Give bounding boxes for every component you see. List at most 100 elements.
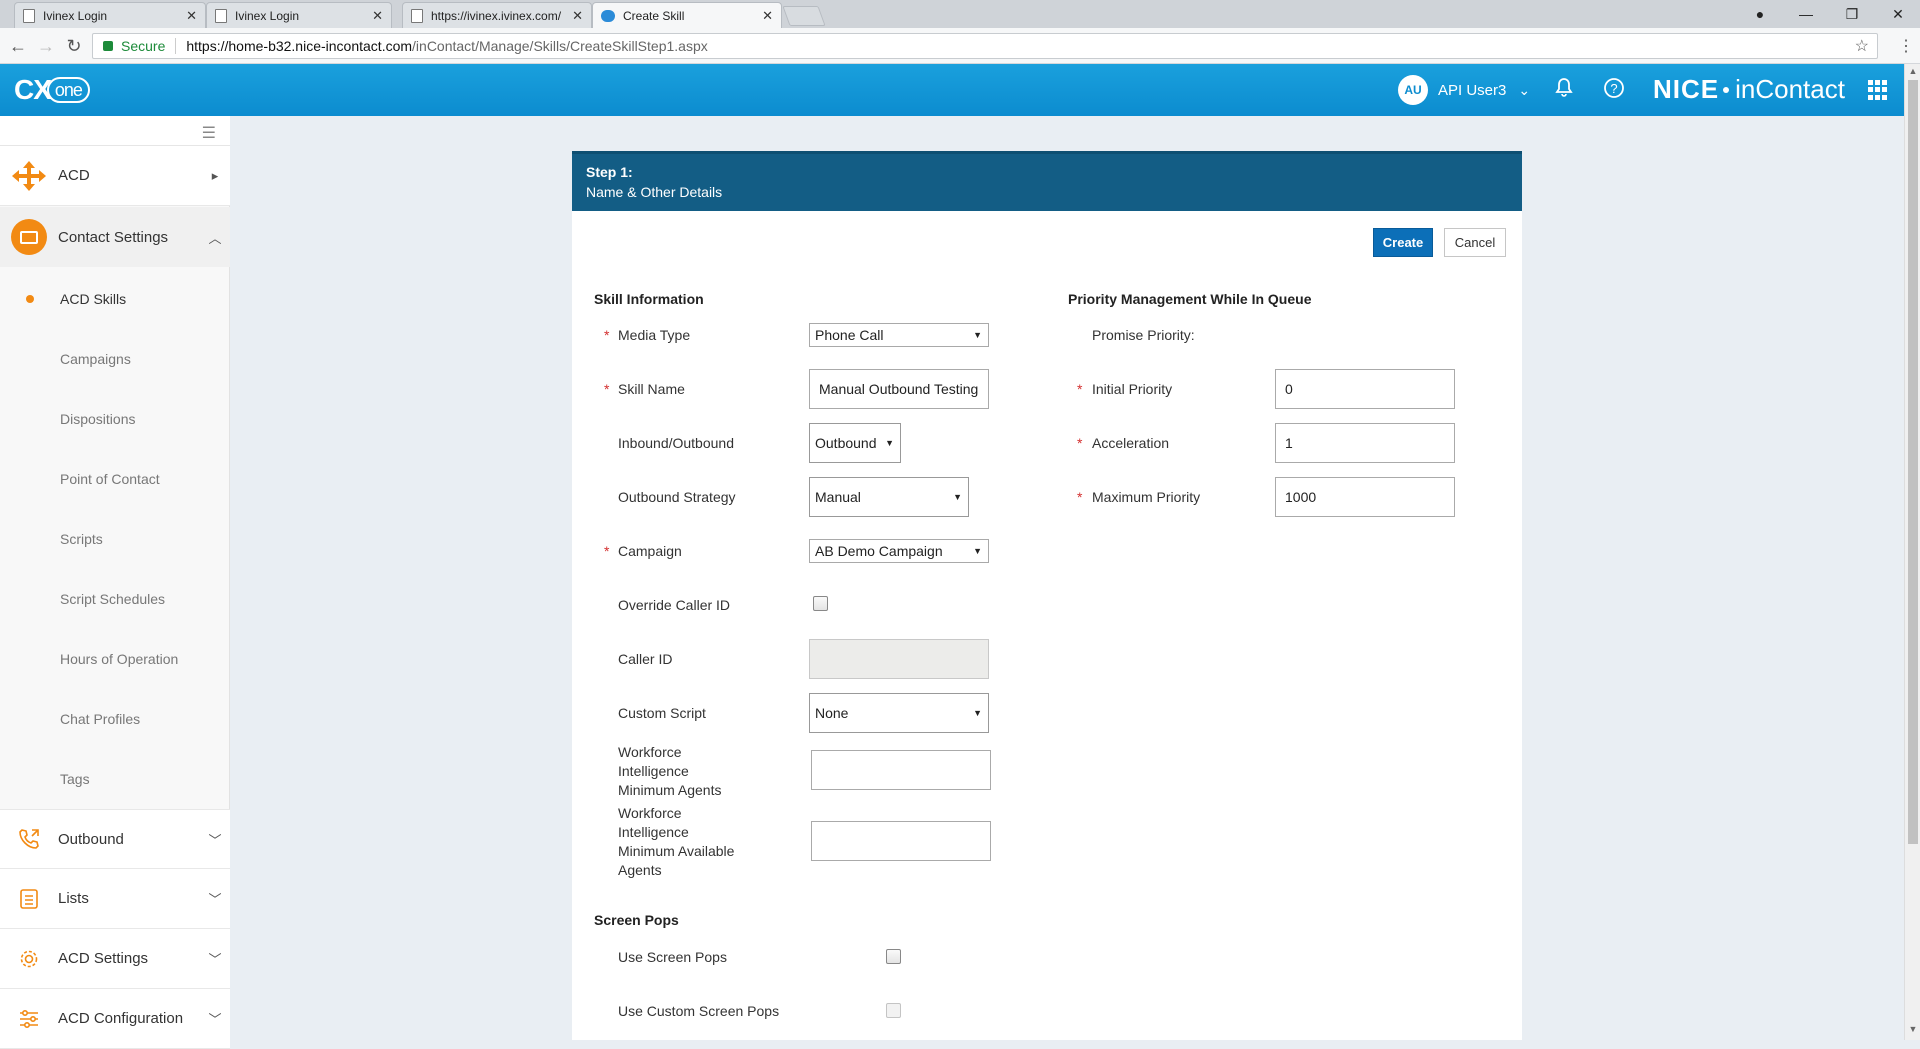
chevron-down-icon: ⌄ — [1518, 81, 1531, 98]
sidebar-item-acd-configuration[interactable]: ACD Configuration ﹀ — [0, 989, 230, 1049]
outbound-strategy-select[interactable]: Manual ▼ — [809, 477, 969, 517]
create-button[interactable]: Create — [1373, 228, 1433, 257]
custom-script-value: None — [815, 705, 849, 721]
browser-toolbar: ← → ↻ Secure https://home-b32.nice-incon… — [0, 28, 1920, 64]
sidebar-subitem-label: Tags — [60, 771, 90, 787]
forward-icon[interactable]: → — [34, 34, 58, 58]
url-path: /inContact/Manage/Skills/CreateSkillStep… — [412, 38, 708, 54]
avatar: AU — [1398, 75, 1428, 105]
back-icon[interactable]: ← — [6, 34, 30, 58]
page-icon — [215, 8, 227, 23]
browser-tab-active[interactable]: Create Skill ✕ — [592, 2, 782, 28]
dropdown-caret-icon: ▼ — [885, 438, 894, 448]
page-scrollbar[interactable]: ▲ ▼ — [1904, 64, 1920, 1040]
sidebar-subitem-chat-profiles[interactable]: Chat Profiles — [0, 689, 230, 749]
dropdown-caret-icon: ▼ — [973, 546, 982, 556]
use-custom-screen-pops-checkbox[interactable] — [886, 1003, 901, 1018]
required-marker: * — [604, 543, 610, 559]
app-header: CX one AU API User3 ⌄ ? NICE inContact — [0, 64, 1904, 116]
initial-priority-input[interactable]: 0 — [1275, 369, 1455, 409]
user-menu[interactable]: AU API User3 ⌄ — [1398, 75, 1530, 105]
acceleration-input[interactable]: 1 — [1275, 423, 1455, 463]
campaign-select[interactable]: AB Demo Campaign ▼ — [809, 539, 989, 563]
sidebar-item-acd-settings[interactable]: ACD Settings ﹀ — [0, 929, 230, 989]
label-line: Agents — [618, 862, 662, 878]
scroll-down-icon[interactable]: ▼ — [1905, 1024, 1920, 1038]
sidebar-item-acd[interactable]: ACD ▸ — [0, 146, 230, 206]
list-icon — [0, 888, 58, 910]
label-line: Intelligence — [618, 824, 689, 840]
override-caller-id-checkbox[interactable] — [813, 596, 828, 611]
media-type-value: Phone Call — [815, 327, 884, 343]
sidebar-subitem-campaigns[interactable]: Campaigns — [0, 329, 230, 389]
cxone-logo[interactable]: CX one — [14, 74, 90, 106]
close-icon[interactable]: ✕ — [762, 8, 773, 24]
step-title: Step 1: — [586, 164, 633, 180]
gear-icon — [0, 948, 58, 970]
wi-minimum-agents-input[interactable] — [811, 750, 991, 790]
browser-tab[interactable]: https://ivinex.ivinex.com/ ✕ — [402, 2, 592, 28]
minimize-icon[interactable]: — — [1786, 2, 1826, 26]
sidebar-subitem-hours-of-operation[interactable]: Hours of Operation — [0, 629, 230, 689]
browser-menu-icon[interactable]: ⋮ — [1898, 36, 1914, 56]
url-bar[interactable]: Secure https://home-b32.nice-incontact.c… — [92, 33, 1878, 59]
bookmark-star-icon[interactable]: ☆ — [1855, 36, 1869, 56]
sidebar-subitem-scripts[interactable]: Scripts — [0, 509, 230, 569]
use-screen-pops-checkbox[interactable] — [886, 949, 901, 964]
wi-minimum-available-agents-input[interactable] — [811, 821, 991, 861]
inbound-outbound-label: Inbound/Outbound — [618, 435, 734, 451]
inbound-outbound-select[interactable]: Outbound ▼ — [809, 423, 901, 463]
sidebar-item-lists[interactable]: Lists ﹀ — [0, 869, 230, 929]
custom-script-select[interactable]: None ▼ — [809, 693, 989, 733]
maximum-priority-input[interactable]: 1000 — [1275, 477, 1455, 517]
scroll-up-icon[interactable]: ▲ — [1905, 66, 1920, 80]
campaign-value: AB Demo Campaign — [815, 543, 943, 559]
skill-name-input[interactable]: Manual Outbound Testing — [809, 369, 989, 409]
lock-icon — [103, 41, 113, 51]
sidebar-subitem-label: Point of Contact — [60, 471, 160, 487]
required-marker: * — [604, 381, 610, 397]
close-icon[interactable]: ✕ — [186, 8, 197, 24]
sidebar-subitem-dispositions[interactable]: Dispositions — [0, 389, 230, 449]
browser-tab-strip: Ivinex Login ✕ Ivinex Login ✕ https://iv… — [0, 0, 1920, 28]
collapse-menu-icon[interactable]: ☰ — [202, 123, 216, 143]
restore-icon[interactable]: ❐ — [1832, 2, 1872, 26]
sidebar-subitem-label: Scripts — [60, 531, 103, 547]
tab-title: Create Skill — [623, 8, 685, 23]
sidebar-subitem-script-schedules[interactable]: Script Schedules — [0, 569, 230, 629]
brand-nice: NICE — [1653, 74, 1720, 104]
cloud-icon — [601, 9, 615, 22]
initial-priority-label: Initial Priority — [1092, 381, 1173, 397]
sidebar-subitem-point-of-contact[interactable]: Point of Contact — [0, 449, 230, 509]
sidebar-subitem-label: Campaigns — [60, 351, 131, 367]
sidebar-item-outbound[interactable]: Outbound ﹀ — [0, 809, 230, 869]
wi-minimum-available-agents-label: Workforce Intelligence Minimum Available… — [618, 804, 768, 880]
sidebar-subitem-acd-skills[interactable]: ACD Skills — [0, 269, 230, 329]
required-marker: * — [1077, 489, 1083, 505]
scroll-thumb[interactable] — [1908, 80, 1918, 844]
acceleration-label: Acceleration — [1092, 435, 1170, 451]
media-type-select[interactable]: Phone Call ▼ — [809, 323, 989, 347]
help-icon[interactable]: ? — [1601, 77, 1627, 103]
sidebar-item-contact-settings[interactable]: Contact Settings ︿ — [0, 207, 230, 267]
label-line: Minimum Available — [618, 843, 735, 859]
bell-icon[interactable] — [1551, 77, 1577, 103]
required-marker: * — [604, 327, 610, 343]
secure-label: Secure — [121, 38, 166, 54]
contact-settings-icon — [0, 219, 58, 255]
sidebar-subitem-label: Script Schedules — [60, 591, 166, 607]
sidebar-subitem-tags[interactable]: Tags — [0, 749, 230, 809]
profile-icon[interactable]: ● — [1740, 2, 1780, 26]
browser-tab[interactable]: Ivinex Login ✕ — [206, 2, 392, 28]
label-line: Intelligence — [618, 763, 689, 779]
brand-dot — [1723, 86, 1730, 93]
browser-tab[interactable]: Ivinex Login ✕ — [14, 2, 206, 28]
close-icon[interactable]: ✕ — [372, 8, 383, 24]
app-launcher-icon[interactable] — [1868, 80, 1888, 100]
close-icon[interactable]: ✕ — [572, 8, 583, 24]
reload-icon[interactable]: ↻ — [62, 34, 86, 58]
close-window-icon[interactable]: ✕ — [1878, 2, 1918, 26]
caller-id-input[interactable] — [809, 639, 989, 679]
cancel-button[interactable]: Cancel — [1444, 228, 1506, 257]
new-tab-button[interactable] — [782, 6, 826, 26]
